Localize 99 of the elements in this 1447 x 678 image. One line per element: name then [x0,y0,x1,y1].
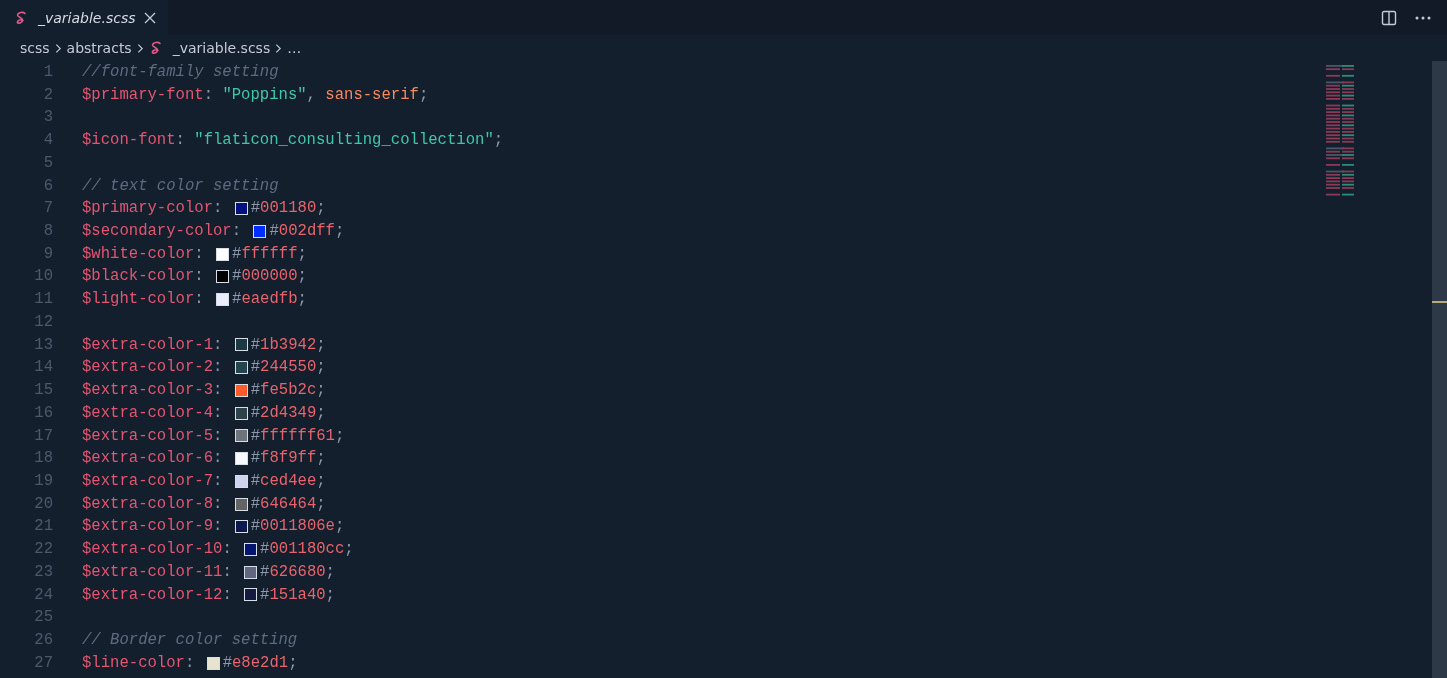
color-swatch[interactable] [234,338,248,352]
breadcrumb-item[interactable]: scss [20,40,50,56]
code-comment: // text color setting [82,175,279,197]
line-number: 13 [33,334,53,356]
line-number: 21 [33,516,53,538]
line-number: 16 [33,402,53,424]
line-number: 10 [33,266,53,288]
code-text: $extra-color-11: [82,561,233,583]
color-swatch[interactable] [216,247,229,261]
code-text: #f8f9ff; [250,448,326,470]
chevron-right-icon [54,42,62,54]
color-swatch[interactable] [253,224,267,238]
chevron-right-icon [136,42,144,54]
line-number: 20 [33,493,53,515]
color-swatch[interactable] [234,202,248,216]
line-number: 22 [33,539,53,561]
line-number: 19 [33,470,53,492]
line-number: 27 [33,652,53,674]
code-text: $extra-color-6: [82,448,224,470]
color-swatch[interactable] [234,474,248,488]
line-number: 25 [33,607,53,629]
line-number: 4 [42,130,53,152]
code-text: $extra-color-10: [82,539,233,561]
split-editor-icon[interactable] [1381,9,1397,26]
editor-tab[interactable]: _variable.scss [0,0,168,35]
code-text: #646464; [250,493,326,515]
code-text: $extra-color-12: [82,584,233,606]
more-icon[interactable] [1415,15,1431,20]
code-text: #0011806e; [250,516,345,538]
code-text: #626680; [260,561,335,583]
code-text: $extra-color-4: [82,402,224,424]
code-text: $extra-color-7: [82,470,224,492]
code-text: $icon-font: "flaticon_consulting_collection"; [82,130,504,152]
line-number: 18 [33,448,53,470]
code-text: #151a40; [260,584,335,606]
code-text: $extra-color-5: [82,425,224,447]
code-text: #1b3942; [250,334,326,356]
code-text: #244550; [250,357,326,379]
color-swatch[interactable] [234,520,248,534]
color-swatch[interactable] [234,361,248,375]
code-text: #2d4349; [250,402,326,424]
line-number: 17 [33,425,53,447]
code-text: #002dff; [269,221,345,243]
code-text: #ced4ee; [250,470,326,492]
code-text: $extra-color-3: [82,380,224,402]
line-number: 26 [33,629,53,651]
code-text: $primary-color: [82,198,224,220]
code-text: $extra-color-8: [82,493,224,515]
line-number: 3 [42,107,53,129]
code-text: $white-color: [82,243,205,265]
color-swatch[interactable] [244,542,258,556]
line-number: 12 [33,311,53,333]
line-number: 8 [42,221,53,243]
color-swatch[interactable] [206,656,220,670]
code-text: #ffffff; [232,243,307,265]
line-number: 6 [42,175,53,197]
line-number: 5 [42,152,53,174]
code-text: $line-color: [82,652,196,674]
code-text: #001180; [250,198,326,220]
code-text: #e8e2d1; [222,652,298,674]
breadcrumb-more[interactable]: … [287,40,302,56]
code-comment: //font-family setting [82,62,279,83]
code-text: $secondary-color: [82,221,243,243]
scrollbar[interactable] [1432,61,1447,678]
color-swatch[interactable] [216,270,229,284]
code-text: $light-color: [82,289,205,311]
code-text: #ffffff61; [250,425,345,447]
line-number: 14 [33,357,53,379]
line-number: 15 [33,380,53,402]
color-swatch[interactable] [216,293,229,307]
code-text: #fe5b2c; [250,380,326,402]
code-text: $extra-color-9: [82,516,224,538]
line-number: 11 [33,289,53,311]
code-text: $extra-color-2: [82,357,224,379]
code-text: #eaedfb; [232,289,307,311]
close-icon[interactable] [143,11,156,24]
code-text: $extra-color-1: [82,334,224,356]
overview-ruler-mark [1432,301,1447,303]
color-swatch[interactable] [234,406,248,420]
line-number: 24 [33,584,53,606]
line-number: 23 [33,561,53,583]
color-swatch[interactable] [234,452,248,466]
breadcrumb-item[interactable]: abstracts [66,40,132,56]
code-text: #001180cc; [260,539,354,561]
code-text: $primary-font: "Poppins", sans-serif; [82,84,429,106]
color-swatch[interactable] [244,565,258,579]
code-text: #000000; [232,266,307,288]
code-comment: // Border color setting [82,629,298,651]
breadcrumb-item[interactable]: _variable.scss [172,40,271,56]
chevron-right-icon [275,42,283,54]
color-swatch[interactable] [244,588,258,602]
line-number: 2 [42,84,53,106]
line-number: 1 [42,62,53,83]
line-number: 7 [42,198,53,220]
code-text: $black-color: [82,266,205,288]
line-number: 9 [42,243,53,265]
color-swatch[interactable] [234,497,248,511]
color-swatch[interactable] [234,429,248,443]
color-swatch[interactable] [234,383,248,397]
